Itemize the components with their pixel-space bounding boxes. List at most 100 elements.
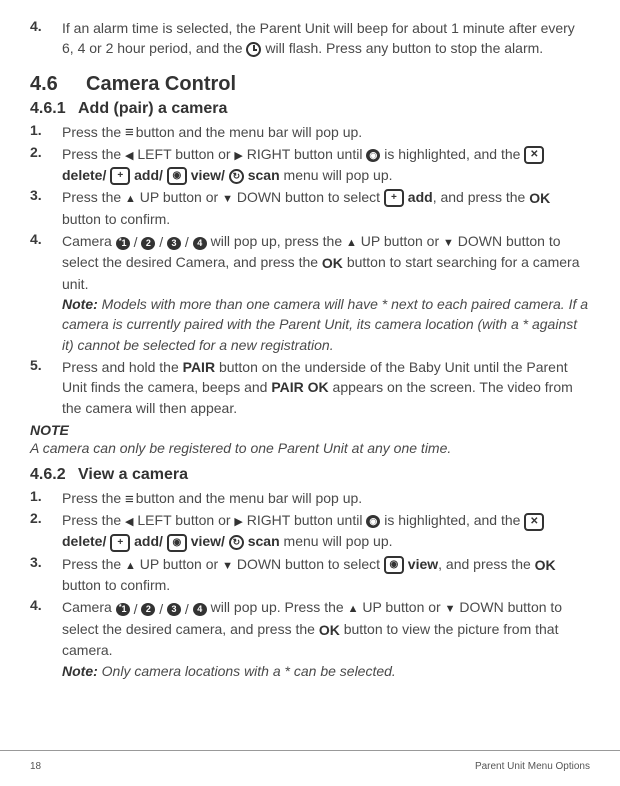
down-arrow-icon: ▼: [443, 237, 454, 249]
up-arrow-icon: ▲: [346, 237, 357, 249]
text: will pop up, press the: [211, 233, 346, 249]
list-item: 2. Press the ◀ LEFT button or ▶ RIGHT bu…: [30, 144, 590, 185]
delete-icon: ✕: [524, 513, 544, 531]
paired-star: *: [119, 238, 122, 245]
label-delete: delete/: [62, 533, 110, 549]
camera-2-icon: 2: [141, 603, 155, 616]
section-note: NOTE A camera can only be registered to …: [30, 422, 590, 458]
right-arrow-icon: ▶: [234, 516, 242, 528]
note-text: Models with more than one camera will ha…: [62, 296, 588, 353]
section-title: Camera Control: [86, 73, 236, 95]
ok-icon: OK: [319, 620, 340, 640]
text: is highlighted, and the: [384, 512, 524, 528]
camera-1-icon: *1: [116, 603, 130, 616]
text: Camera: [62, 599, 116, 615]
view-steps: 1. Press the ≡ button and the menu bar w…: [30, 488, 590, 681]
camera-3-icon: 3: [167, 603, 181, 616]
num: 1: [122, 239, 127, 248]
step-text: Press and hold the PAIR button on the un…: [62, 357, 590, 418]
camera-highlight-icon: ◉: [366, 515, 380, 528]
list-item: 4. Camera *1 / 2 / 3 / 4 will pop up, pr…: [30, 231, 590, 355]
step-text: Press the ≡ button and the menu bar will…: [62, 122, 590, 142]
label-scan: scan: [244, 533, 280, 549]
down-arrow-icon: ▼: [222, 560, 233, 572]
num: 1: [122, 605, 127, 614]
step-text: Press the ≡ button and the menu bar will…: [62, 488, 590, 508]
text: Press and hold the: [62, 359, 183, 375]
heading-view-camera: 4.6.2View a camera: [30, 466, 590, 484]
ok-icon: OK: [535, 555, 556, 575]
left-arrow-icon: ◀: [125, 150, 133, 162]
text: Press the: [62, 146, 125, 162]
text: UP button or: [358, 599, 444, 615]
text: button to confirm.: [62, 577, 170, 593]
list-item: 4. Camera *1 / 2 / 3 / 4 will pop up. Pr…: [30, 597, 590, 680]
camera-3-icon: 3: [167, 237, 181, 250]
step-text: Camera *1 / 2 / 3 / 4 will pop up. Press…: [62, 597, 590, 680]
text: , and press the: [438, 556, 535, 572]
page-number: 18: [30, 761, 41, 772]
camera-1-icon: *1: [116, 237, 130, 250]
step-text: Press the ▲ UP button or ▼ DOWN button t…: [62, 187, 590, 229]
label-add: add/: [130, 167, 167, 183]
text: Press the: [62, 556, 125, 572]
note-label: Note:: [62, 663, 98, 679]
right-arrow-icon: ▶: [234, 150, 242, 162]
paired-star: *: [119, 604, 122, 611]
up-arrow-icon: ▲: [125, 560, 136, 572]
text: UP button or: [136, 556, 222, 572]
text: LEFT button or: [134, 146, 235, 162]
text: Press the: [62, 124, 125, 140]
step-number: 2.: [30, 510, 62, 551]
text: UP button or: [357, 233, 443, 249]
step-text: Press the ◀ LEFT button or ▶ RIGHT butto…: [62, 510, 590, 551]
section-number: 4.6.1: [30, 100, 78, 118]
up-arrow-icon: ▲: [348, 603, 359, 615]
add-icon: +: [384, 189, 404, 207]
text: RIGHT button until: [243, 146, 366, 162]
step-number: 1.: [30, 122, 62, 142]
text: RIGHT button until: [243, 512, 366, 528]
footer-section-title: Parent Unit Menu Options: [475, 761, 590, 772]
section-number: 4.6: [30, 73, 86, 96]
text: is highlighted, and the: [384, 146, 524, 162]
label-delete: delete/: [62, 167, 110, 183]
step-number: 5.: [30, 357, 62, 418]
step-text: Press the ▲ UP button or ▼ DOWN button t…: [62, 554, 590, 596]
list-item: 3. Press the ▲ UP button or ▼ DOWN butto…: [30, 554, 590, 596]
label-add: add/: [130, 533, 167, 549]
list-item: 1. Press the ≡ button and the menu bar w…: [30, 488, 590, 508]
text: button and the menu bar will pop up.: [136, 490, 363, 506]
text: menu will pop up.: [284, 533, 393, 549]
text: menu will pop up.: [284, 167, 393, 183]
list-item: 2. Press the ◀ LEFT button or ▶ RIGHT bu…: [30, 510, 590, 551]
section-title: Add (pair) a camera: [78, 100, 227, 117]
ok-icon: OK: [529, 188, 550, 208]
view-icon: ◉: [167, 534, 187, 552]
heading-camera-control: 4.6Camera Control: [30, 73, 590, 96]
down-arrow-icon: ▼: [222, 193, 233, 205]
down-arrow-icon: ▼: [445, 603, 456, 615]
delete-icon: ✕: [524, 146, 544, 164]
add-icon: +: [110, 167, 130, 185]
list-item: 5. Press and hold the PAIR button on the…: [30, 357, 590, 418]
camera-highlight-icon: ◉: [366, 149, 380, 162]
note-heading: NOTE: [30, 422, 590, 438]
scan-icon: ↻: [229, 535, 244, 550]
text: will pop up. Press the: [211, 599, 348, 615]
section-title: View a camera: [78, 466, 188, 483]
note-label: Note:: [62, 296, 98, 312]
step-text: Press the ◀ LEFT button or ▶ RIGHT butto…: [62, 144, 590, 185]
view-icon: ◉: [384, 556, 404, 574]
pair-steps: 1. Press the ≡ button and the menu bar w…: [30, 122, 590, 418]
step-number: 4.: [30, 231, 62, 355]
left-arrow-icon: ◀: [125, 516, 133, 528]
text: button to confirm.: [62, 211, 170, 227]
text: UP button or: [136, 189, 222, 205]
camera-number-group: *1 / 2 / 3 / 4: [116, 599, 207, 619]
text: Press the: [62, 189, 125, 205]
step-number: 2.: [30, 144, 62, 185]
step-text: Camera *1 / 2 / 3 / 4 will pop up, press…: [62, 231, 590, 355]
add-icon: +: [110, 534, 130, 552]
list-item: 1. Press the ≡ button and the menu bar w…: [30, 122, 590, 142]
